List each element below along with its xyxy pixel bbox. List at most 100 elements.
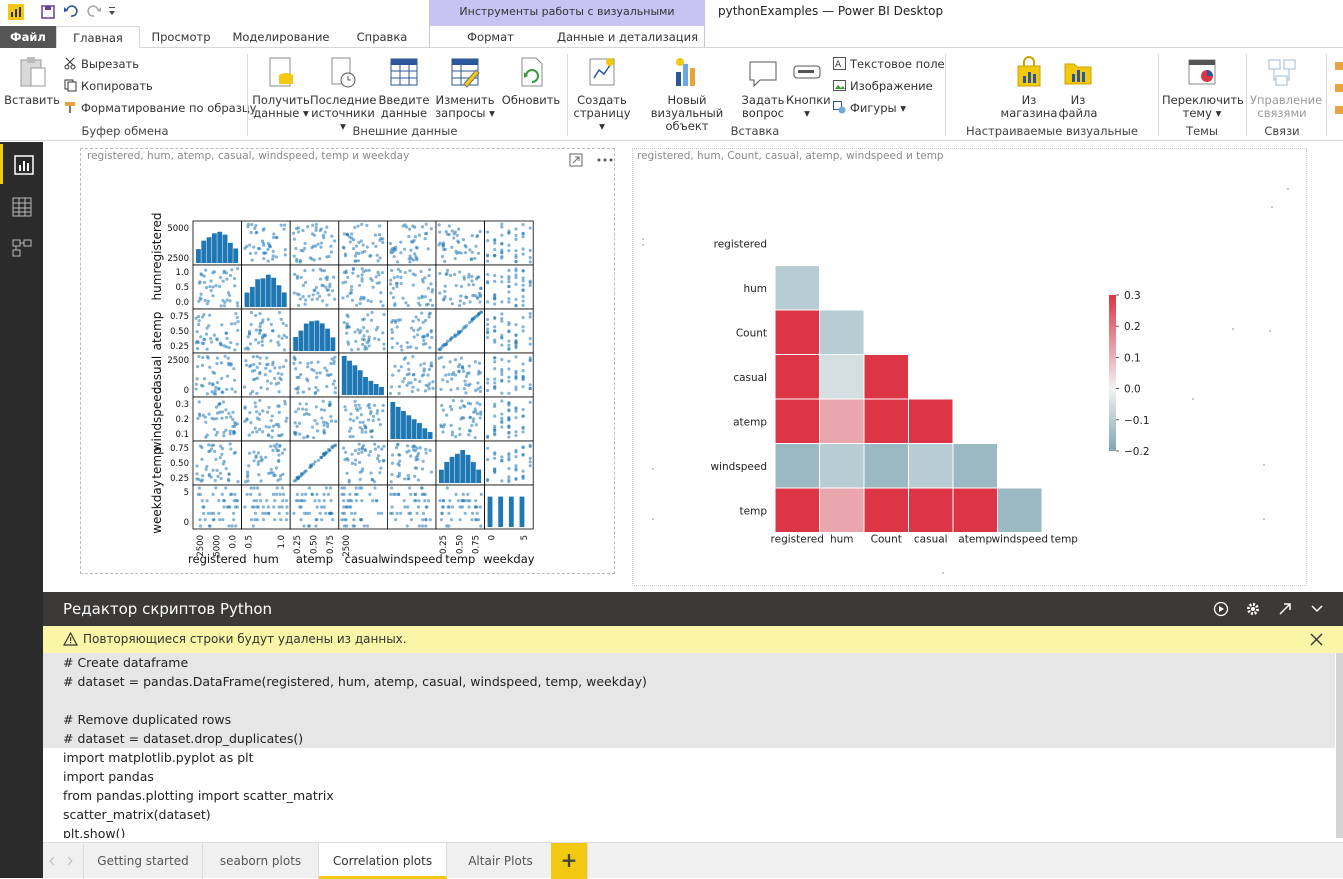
- cut-button[interactable]: Вырезать: [64, 57, 139, 71]
- manage-relationships-button[interactable]: Управление связями: [1250, 56, 1322, 120]
- scatter-point: [528, 342, 532, 346]
- scatter-point: [507, 456, 511, 460]
- scatter-matrix-visual[interactable]: registered, hum, atemp, casual, windspee…: [80, 148, 615, 574]
- buttons-button[interactable]: Кнопки ▾: [786, 56, 831, 120]
- image-button[interactable]: Изображение: [833, 79, 933, 93]
- scatter-point: [259, 479, 263, 483]
- tab-file[interactable]: Файл: [0, 26, 56, 48]
- scatter-point: [424, 524, 428, 528]
- heatmap-row-label: Count: [736, 327, 767, 339]
- scatter-point: [331, 382, 335, 386]
- close-icon[interactable]: [1310, 633, 1323, 646]
- scatter-point: [216, 474, 220, 478]
- from-file-button[interactable]: Из файла: [1058, 56, 1098, 120]
- scatter-point: [381, 304, 385, 308]
- scatter-point: [199, 335, 203, 339]
- scatter-point: [391, 295, 396, 300]
- cell-frame: [289, 264, 340, 310]
- copy-button[interactable]: Копировать: [64, 79, 153, 93]
- switch-theme-button[interactable]: Переключить тему ▾: [1162, 56, 1244, 120]
- scatter-point: [218, 275, 223, 280]
- group-separator: [567, 54, 568, 136]
- model-view-button[interactable]: [0, 228, 43, 268]
- scroll-right-icon[interactable]: [67, 857, 73, 865]
- settings-gear-icon[interactable]: [1245, 601, 1261, 617]
- scatter-cell: [241, 220, 291, 266]
- edit-queries-button[interactable]: Изменить запросы ▾: [434, 56, 496, 120]
- tab-help[interactable]: Справка: [340, 26, 424, 48]
- recent-sources-button[interactable]: Последние источники ▾: [310, 56, 376, 133]
- code-line: import matplotlib.pyplot as plt: [63, 750, 254, 765]
- add-page-button[interactable]: +: [551, 843, 588, 879]
- code-area[interactable]: # Create dataframe # dataset = pandas.Da…: [43, 653, 1335, 838]
- page-tab-seaborn-plots[interactable]: seaborn plots: [203, 843, 319, 879]
- data-view-button[interactable]: [0, 186, 43, 226]
- tab-data-drill[interactable]: Данные и детализация: [551, 26, 705, 48]
- redo-icon[interactable]: [86, 4, 102, 22]
- scatter-point: [466, 499, 470, 503]
- report-view-button[interactable]: [0, 144, 43, 184]
- tab-modeling[interactable]: Моделирование: [222, 26, 340, 48]
- y-tick-label: 5: [184, 488, 189, 498]
- from-store-button[interactable]: Из магазина: [1000, 56, 1058, 120]
- save-icon[interactable]: [41, 5, 55, 23]
- page-tab-getting-started[interactable]: Getting started: [83, 843, 203, 879]
- scissors-icon: [64, 57, 76, 70]
- tab-format[interactable]: Формат: [429, 26, 551, 48]
- scatter-point: [521, 247, 525, 251]
- shapes-button[interactable]: Фигуры ▾: [833, 101, 906, 115]
- format-painter-button[interactable]: Форматирование по образцу: [64, 101, 256, 115]
- scatter-point: [377, 459, 381, 463]
- editor-header: Редактор скриптов Python: [43, 592, 1343, 626]
- scatter-point: [227, 524, 231, 528]
- scatter-point: [202, 377, 207, 381]
- scatter-point: [507, 451, 511, 456]
- paste-button[interactable]: Вставить: [4, 56, 60, 107]
- scatter-point: [357, 447, 361, 451]
- tab-view[interactable]: Просмотр: [140, 26, 222, 48]
- scatter-point: [450, 245, 454, 249]
- tab-home[interactable]: Главная: [56, 26, 140, 48]
- scatter-point: [296, 226, 300, 230]
- enter-data-button[interactable]: Введите данные: [378, 56, 430, 120]
- manage-relationships-label-1: Управление: [1250, 93, 1323, 107]
- new-visual-button[interactable]: Новый визуальный объект: [634, 56, 740, 133]
- page-tab-correlation-plots[interactable]: Correlation plots: [319, 843, 447, 879]
- undo-icon[interactable]: [63, 4, 79, 22]
- expand-editor-icon[interactable]: [1277, 601, 1293, 617]
- run-script-icon[interactable]: [1213, 601, 1229, 617]
- histogram-bar: [206, 237, 212, 263]
- scroll-left-icon[interactable]: [49, 857, 55, 865]
- ask-question-button[interactable]: Задать вопрос: [740, 56, 786, 120]
- page-tab-altair-plots[interactable]: Altair Plots: [447, 843, 555, 879]
- scatter-point: [381, 237, 385, 241]
- scatter-point: [348, 435, 352, 439]
- scatter-point: [356, 328, 360, 332]
- new-page-button[interactable]: Создать страницу ▾: [570, 56, 634, 133]
- scatter-point: [217, 401, 222, 406]
- scatter-point: [280, 486, 285, 490]
- scatter-point: [369, 429, 373, 433]
- scatter-point: [204, 286, 209, 290]
- title-bar: Инструменты работы с визуальными элемент…: [0, 0, 1343, 42]
- scatter-point: [442, 247, 446, 252]
- scatter-point: [277, 425, 281, 429]
- get-data-button[interactable]: Получить данные ▾: [252, 56, 310, 120]
- copy-label: Копировать: [81, 79, 153, 93]
- chevron-down-icon[interactable]: [1309, 601, 1325, 617]
- editor-scrollbar[interactable]: [1336, 653, 1343, 838]
- scatter-point: [325, 225, 329, 229]
- refresh-button[interactable]: Обновить: [500, 56, 562, 107]
- scatter-point: [408, 260, 412, 264]
- textbox-button[interactable]: A Текстовое поле: [833, 57, 945, 71]
- scatter-point: [493, 279, 497, 283]
- correlation-heatmap-visual[interactable]: registered, hum, Count, casual, atemp, w…: [632, 148, 1307, 586]
- scatter-point: [284, 518, 289, 522]
- scatter-point: [441, 408, 445, 412]
- scatter-point: [403, 477, 407, 481]
- scatter-point: [322, 492, 326, 496]
- scatter-cell: [386, 308, 437, 354]
- scatter-point: [375, 253, 379, 257]
- qat-customize-icon[interactable]: [108, 7, 116, 25]
- scatter-point: [500, 300, 504, 304]
